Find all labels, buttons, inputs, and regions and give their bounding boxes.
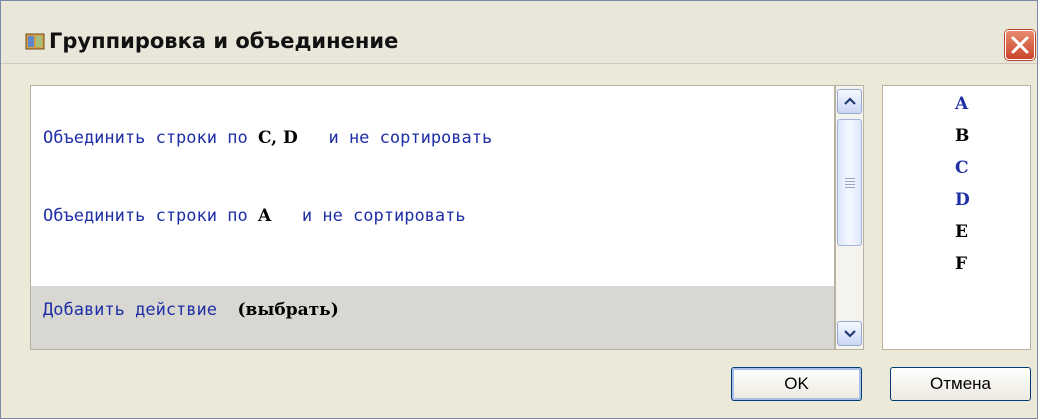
- list-scrollbar[interactable]: [835, 85, 864, 350]
- thumb-grip: [845, 178, 855, 179]
- scroll-thumb[interactable]: [837, 119, 862, 246]
- close-icon: [1011, 36, 1029, 54]
- rule-prefix: Объединить строки по: [43, 128, 258, 148]
- rule-columns[interactable]: C, D: [258, 128, 298, 148]
- app-window-icon: [25, 33, 45, 50]
- thumb-grip: [845, 181, 855, 182]
- choose-action-link[interactable]: (выбрать): [237, 300, 338, 320]
- thumb-grip: [845, 184, 855, 185]
- column-item-c[interactable]: C: [955, 158, 969, 178]
- chevron-up-icon: [844, 97, 856, 105]
- scroll-down-button[interactable]: [837, 321, 862, 346]
- rule-columns[interactable]: A: [258, 206, 271, 226]
- scroll-up-button[interactable]: [837, 89, 862, 114]
- add-action-label: Добавить действие: [43, 300, 217, 320]
- chevron-down-icon: [844, 330, 856, 338]
- rule-prefix: Объединить строки по: [43, 206, 258, 226]
- window-title: Группировка и объединение: [49, 29, 399, 53]
- ok-button[interactable]: OK: [731, 367, 862, 401]
- column-item-d[interactable]: D: [955, 190, 970, 210]
- close-button[interactable]: [1005, 30, 1035, 60]
- columns-list[interactable]: A B C D E F: [882, 85, 1031, 350]
- rule-row[interactable]: Объединить строки по A и не сортировать: [31, 206, 834, 280]
- actions-list[interactable]: Объединить строки по C, D и не сортирова…: [30, 85, 835, 350]
- column-item-e[interactable]: E: [955, 222, 968, 242]
- title-bar[interactable]: Группировка и объединение: [1, 1, 1037, 64]
- rule-suffix[interactable]: и не сортировать: [328, 128, 492, 148]
- column-item-b[interactable]: B: [955, 126, 969, 146]
- column-item-f[interactable]: F: [955, 254, 967, 274]
- add-action-row[interactable]: Добавить действие (выбрать): [31, 286, 834, 349]
- dialog-window: Группировка и объединение Объединить стр…: [0, 0, 1038, 419]
- thumb-grip: [845, 187, 855, 188]
- cancel-button[interactable]: Отмена: [890, 367, 1031, 401]
- column-item-a[interactable]: A: [955, 94, 968, 114]
- rule-suffix[interactable]: и не сортировать: [302, 206, 466, 226]
